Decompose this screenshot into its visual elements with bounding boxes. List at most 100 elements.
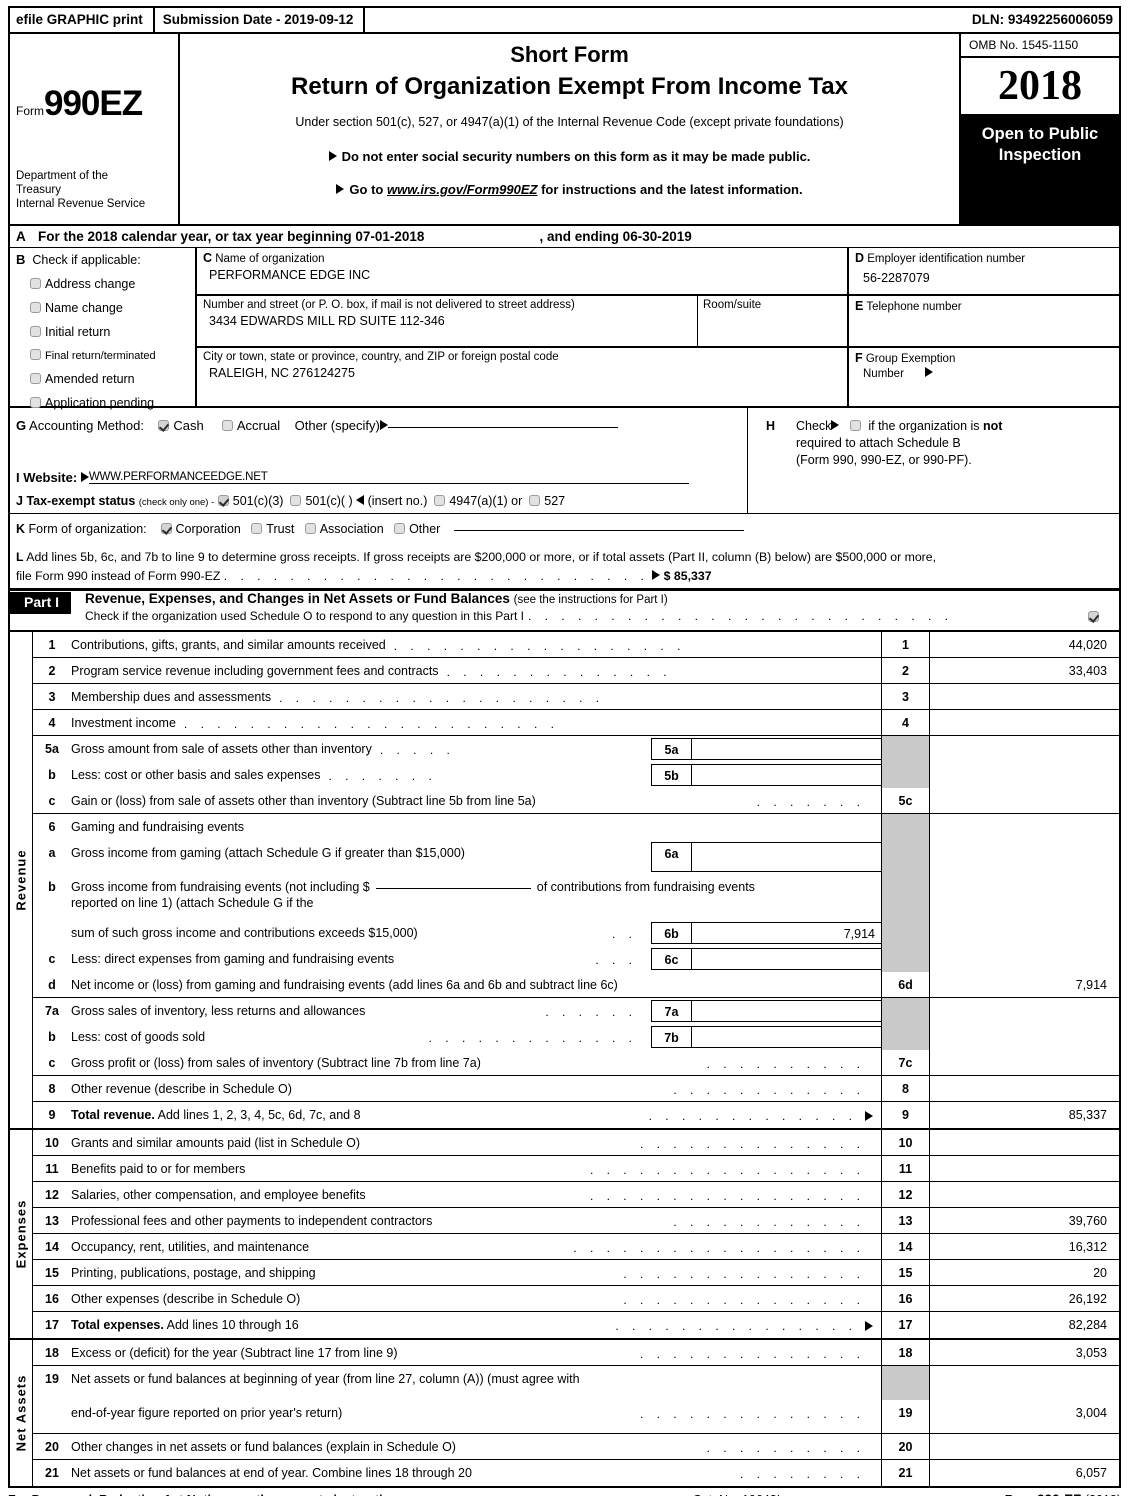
- line-amount[interactable]: [929, 1182, 1119, 1207]
- masthead-left: Form990EZ Department of the Treasury Inter…: [10, 34, 180, 224]
- line-amount[interactable]: 82,284: [929, 1312, 1119, 1338]
- sub-line-amount[interactable]: [692, 739, 881, 759]
- checkbox-initial-return[interactable]: Initial return: [16, 325, 195, 339]
- option-501c3-label: 501(c)(3): [232, 494, 284, 508]
- line-text: Program service revenue including govern…: [71, 658, 881, 683]
- line-description: Gaming and fundraising events: [71, 820, 245, 834]
- checkbox-527-icon[interactable]: [529, 495, 541, 506]
- expenses-rows: 10 Grants and similar amounts paid (list…: [32, 1130, 1119, 1338]
- checkbox-icon[interactable]: [30, 278, 41, 289]
- part-i-table: Revenue 1 Contributions, gifts, grants, …: [8, 630, 1121, 1488]
- line-ref-number: 2: [881, 658, 929, 683]
- sub-line-amount[interactable]: [692, 1027, 881, 1047]
- street-value: 3434 EDWARDS MILL RD SUITE 112-346: [209, 314, 445, 328]
- checkbox-name-change[interactable]: Name change: [16, 301, 195, 315]
- fundraising-contributions-input[interactable]: [375, 888, 531, 889]
- checkbox-501c-icon[interactable]: [290, 495, 302, 506]
- checkbox-trust-icon[interactable]: [251, 523, 263, 534]
- checkbox-address-change[interactable]: Address change: [16, 277, 195, 291]
- line-amount[interactable]: [929, 710, 1119, 735]
- line-description-row: Total expenses. Add lines 10 through 16: [71, 1318, 299, 1332]
- line-amount[interactable]: 26,192: [929, 1286, 1119, 1311]
- checkbox-icon[interactable]: [30, 326, 41, 337]
- line-ref-number: [881, 840, 929, 874]
- line-ref-number: [881, 814, 929, 840]
- checkbox-icon[interactable]: [30, 373, 41, 384]
- line-ref-number: [881, 762, 929, 788]
- leader-dots: . . . . . .: [545, 1005, 637, 1019]
- line-description: Total revenue.: [71, 1108, 155, 1122]
- leader-dots: . . . . . . . . . . . . . . . . . . . .: [279, 691, 605, 705]
- block-b-letter: B: [16, 252, 26, 267]
- line-amount[interactable]: [929, 1434, 1119, 1459]
- sub-line-amount[interactable]: [692, 765, 881, 785]
- line-amount[interactable]: 85,337: [929, 1102, 1119, 1128]
- table-row: 11 Benefits paid to or for members . . .…: [33, 1156, 1119, 1182]
- checkbox-schedule-o-icon[interactable]: [1088, 610, 1099, 622]
- line-amount[interactable]: 33,403: [929, 658, 1119, 683]
- sub-line-ref: 6b: [652, 923, 692, 943]
- organization-name-value: PERFORMANCE EDGE INC: [209, 268, 371, 282]
- line-description: Less: cost or other basis and sales expe…: [71, 768, 321, 782]
- checkbox-other-org-icon[interactable]: [394, 523, 406, 534]
- checkbox-4947a1-icon[interactable]: [434, 495, 446, 506]
- line-amount[interactable]: [929, 1076, 1119, 1101]
- line-description: Less: cost of goods sold: [71, 1030, 206, 1044]
- checkbox-icon[interactable]: [30, 302, 41, 313]
- checkbox-501c3-icon[interactable]: [217, 495, 229, 506]
- line-text: Gross profit or (loss) from sales of inv…: [71, 1050, 881, 1075]
- sub-line-amount[interactable]: [692, 1001, 881, 1021]
- line-amount[interactable]: 6,057: [929, 1460, 1119, 1486]
- net-assets-rows: 18 Excess or (deficit) for the year (Sub…: [32, 1340, 1119, 1486]
- checkbox-icon[interactable]: [30, 397, 41, 408]
- sub-line-amount[interactable]: 7,914: [692, 923, 881, 943]
- line-amount[interactable]: 7,914: [929, 972, 1119, 997]
- checkbox-icon[interactable]: [30, 349, 41, 360]
- accounting-other-label: Other (specify): [294, 418, 380, 433]
- accounting-other-input[interactable]: [387, 427, 618, 428]
- block-b-heading: B Check if applicable:: [16, 252, 195, 267]
- open-to-public-banner: Open to Public Inspection: [961, 116, 1119, 224]
- table-row: 4 Investment income . . . . . . . . . . …: [33, 710, 1119, 736]
- line-amount[interactable]: 3,004: [929, 1400, 1119, 1433]
- sub-line-amount[interactable]: [692, 949, 881, 969]
- line-g-accounting-method: G Accounting Method: Cash Accrual Other …: [16, 418, 747, 433]
- line-ref-number: [881, 1024, 929, 1050]
- arrow-left-icon: [356, 495, 365, 505]
- line-ref-number: 4: [881, 710, 929, 735]
- line-amount[interactable]: [929, 1156, 1119, 1181]
- line-amount[interactable]: [929, 684, 1119, 709]
- arrow-right-icon: [80, 472, 89, 482]
- checkbox-association-icon[interactable]: [304, 523, 316, 534]
- line-ref-number: 16: [881, 1286, 929, 1311]
- line-amount[interactable]: 39,760: [929, 1208, 1119, 1233]
- checkbox-amended-return[interactable]: Amended return: [16, 372, 195, 386]
- revenue-side-label: Revenue: [10, 632, 32, 1128]
- line-text: Printing, publications, postage, and shi…: [71, 1260, 881, 1285]
- checkbox-corporation-icon[interactable]: [160, 523, 172, 534]
- checkbox-cash-icon[interactable]: [158, 420, 170, 431]
- arrow-right-icon: [865, 1111, 873, 1121]
- line-amount[interactable]: [929, 788, 1119, 813]
- line-amount: [929, 814, 1119, 840]
- checkbox-schedule-b-icon[interactable]: [849, 420, 861, 431]
- leader-dots: . . . . . . . . . .: [706, 1441, 865, 1455]
- line-amount[interactable]: [929, 1130, 1119, 1155]
- line-amount[interactable]: [929, 1050, 1119, 1075]
- line-l-gross-receipts: L Add lines 5b, 6c, and 7b to line 9 to …: [16, 548, 1113, 586]
- line-amount[interactable]: 3,053: [929, 1340, 1119, 1365]
- table-row: d Net income or (loss) from gaming and f…: [33, 972, 1119, 998]
- line-ref-number: 19: [881, 1400, 929, 1433]
- other-org-input[interactable]: [453, 530, 744, 531]
- line-amount[interactable]: 20: [929, 1260, 1119, 1285]
- checkbox-final-return-terminated[interactable]: Final return/terminated: [16, 349, 195, 362]
- line-amount[interactable]: 16,312: [929, 1234, 1119, 1259]
- block-c-letter: C: [203, 251, 213, 265]
- line-number: 5a: [45, 742, 59, 756]
- irs-form-link[interactable]: www.irs.gov/Form990EZ: [387, 182, 538, 197]
- line-amount[interactable]: 44,020: [929, 632, 1119, 657]
- line-h-first-row: H Check if the organization is not requi…: [766, 418, 1119, 469]
- table-row: b Less: cost or other basis and sales ex…: [33, 762, 1119, 788]
- checkbox-accrual-icon[interactable]: [221, 420, 233, 431]
- sub-line-amount[interactable]: [692, 843, 881, 871]
